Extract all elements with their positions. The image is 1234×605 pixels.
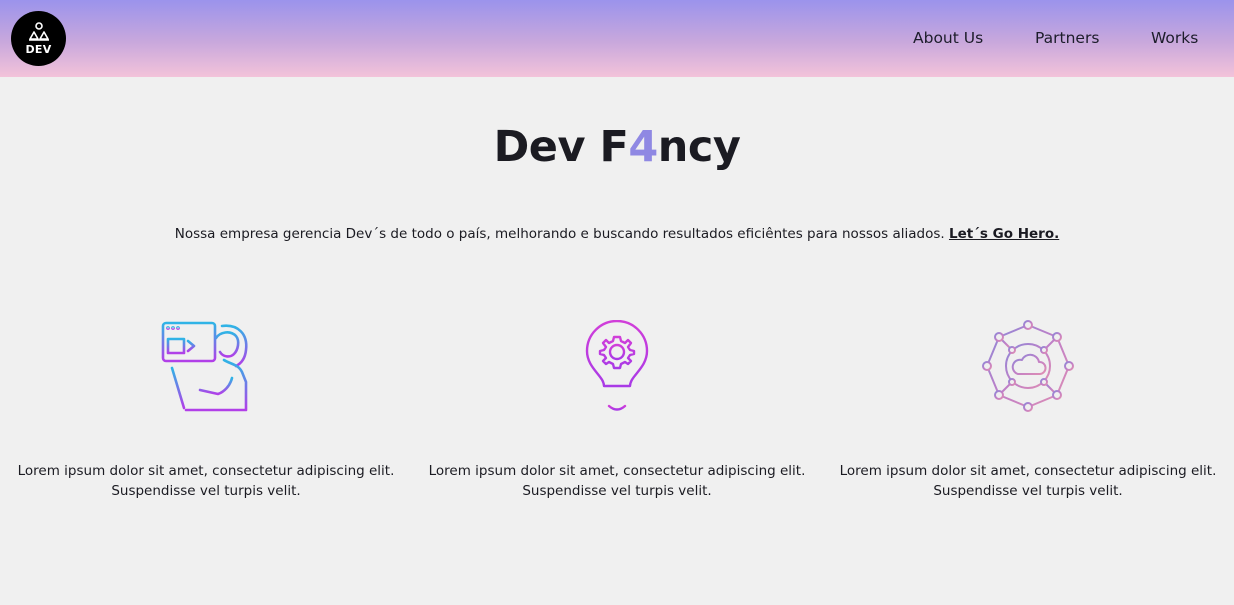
feature-3-text: Lorem ipsum dolor sit amet, consectetur … (833, 461, 1223, 501)
cta-link[interactable]: Let´s Go Hero. (949, 226, 1059, 242)
nav-works[interactable]: Works (1151, 29, 1198, 47)
lightbulb-gear-icon (584, 319, 650, 419)
feature-3-line-2: Suspendisse vel turpis velit. (933, 483, 1123, 499)
feature-1-line-2: Suspendisse vel turpis velit. (111, 483, 301, 499)
feature-3-line-1: Lorem ipsum dolor sit amet, consectetur … (839, 463, 1217, 479)
feature-2-text: Lorem ipsum dolor sit amet, consectetur … (422, 461, 812, 501)
hero-description: Nossa empresa gerencia Dev´s de todo o p… (0, 226, 1234, 242)
nav-partners[interactable]: Partners (1035, 29, 1099, 47)
page-title: Dev F4ncy (0, 122, 1234, 172)
nav-about-us[interactable]: About Us (913, 29, 983, 47)
feature-1-text: Lorem ipsum dolor sit amet, consectetur … (11, 461, 401, 501)
logo[interactable]: DEV (11, 11, 66, 66)
developer-at-computer-icon (160, 320, 252, 419)
person-icon (28, 21, 49, 41)
site-header: DEV About Us Partners Works (0, 0, 1234, 77)
feature-1-line-1: Lorem ipsum dolor sit amet, consectetur … (17, 463, 395, 479)
cloud-network-icon (981, 320, 1075, 419)
title-accent: 4 (628, 122, 658, 172)
title-part-2: ncy (657, 122, 741, 172)
feature-2-line-1: Lorem ipsum dolor sit amet, consectetur … (428, 463, 806, 479)
logo-text: DEV (25, 42, 52, 56)
feature-2-line-2: Suspendisse vel turpis velit. (522, 483, 712, 499)
hero-description-text: Nossa empresa gerencia Dev´s de todo o p… (174, 226, 945, 242)
title-part-1: Dev F (493, 122, 629, 172)
